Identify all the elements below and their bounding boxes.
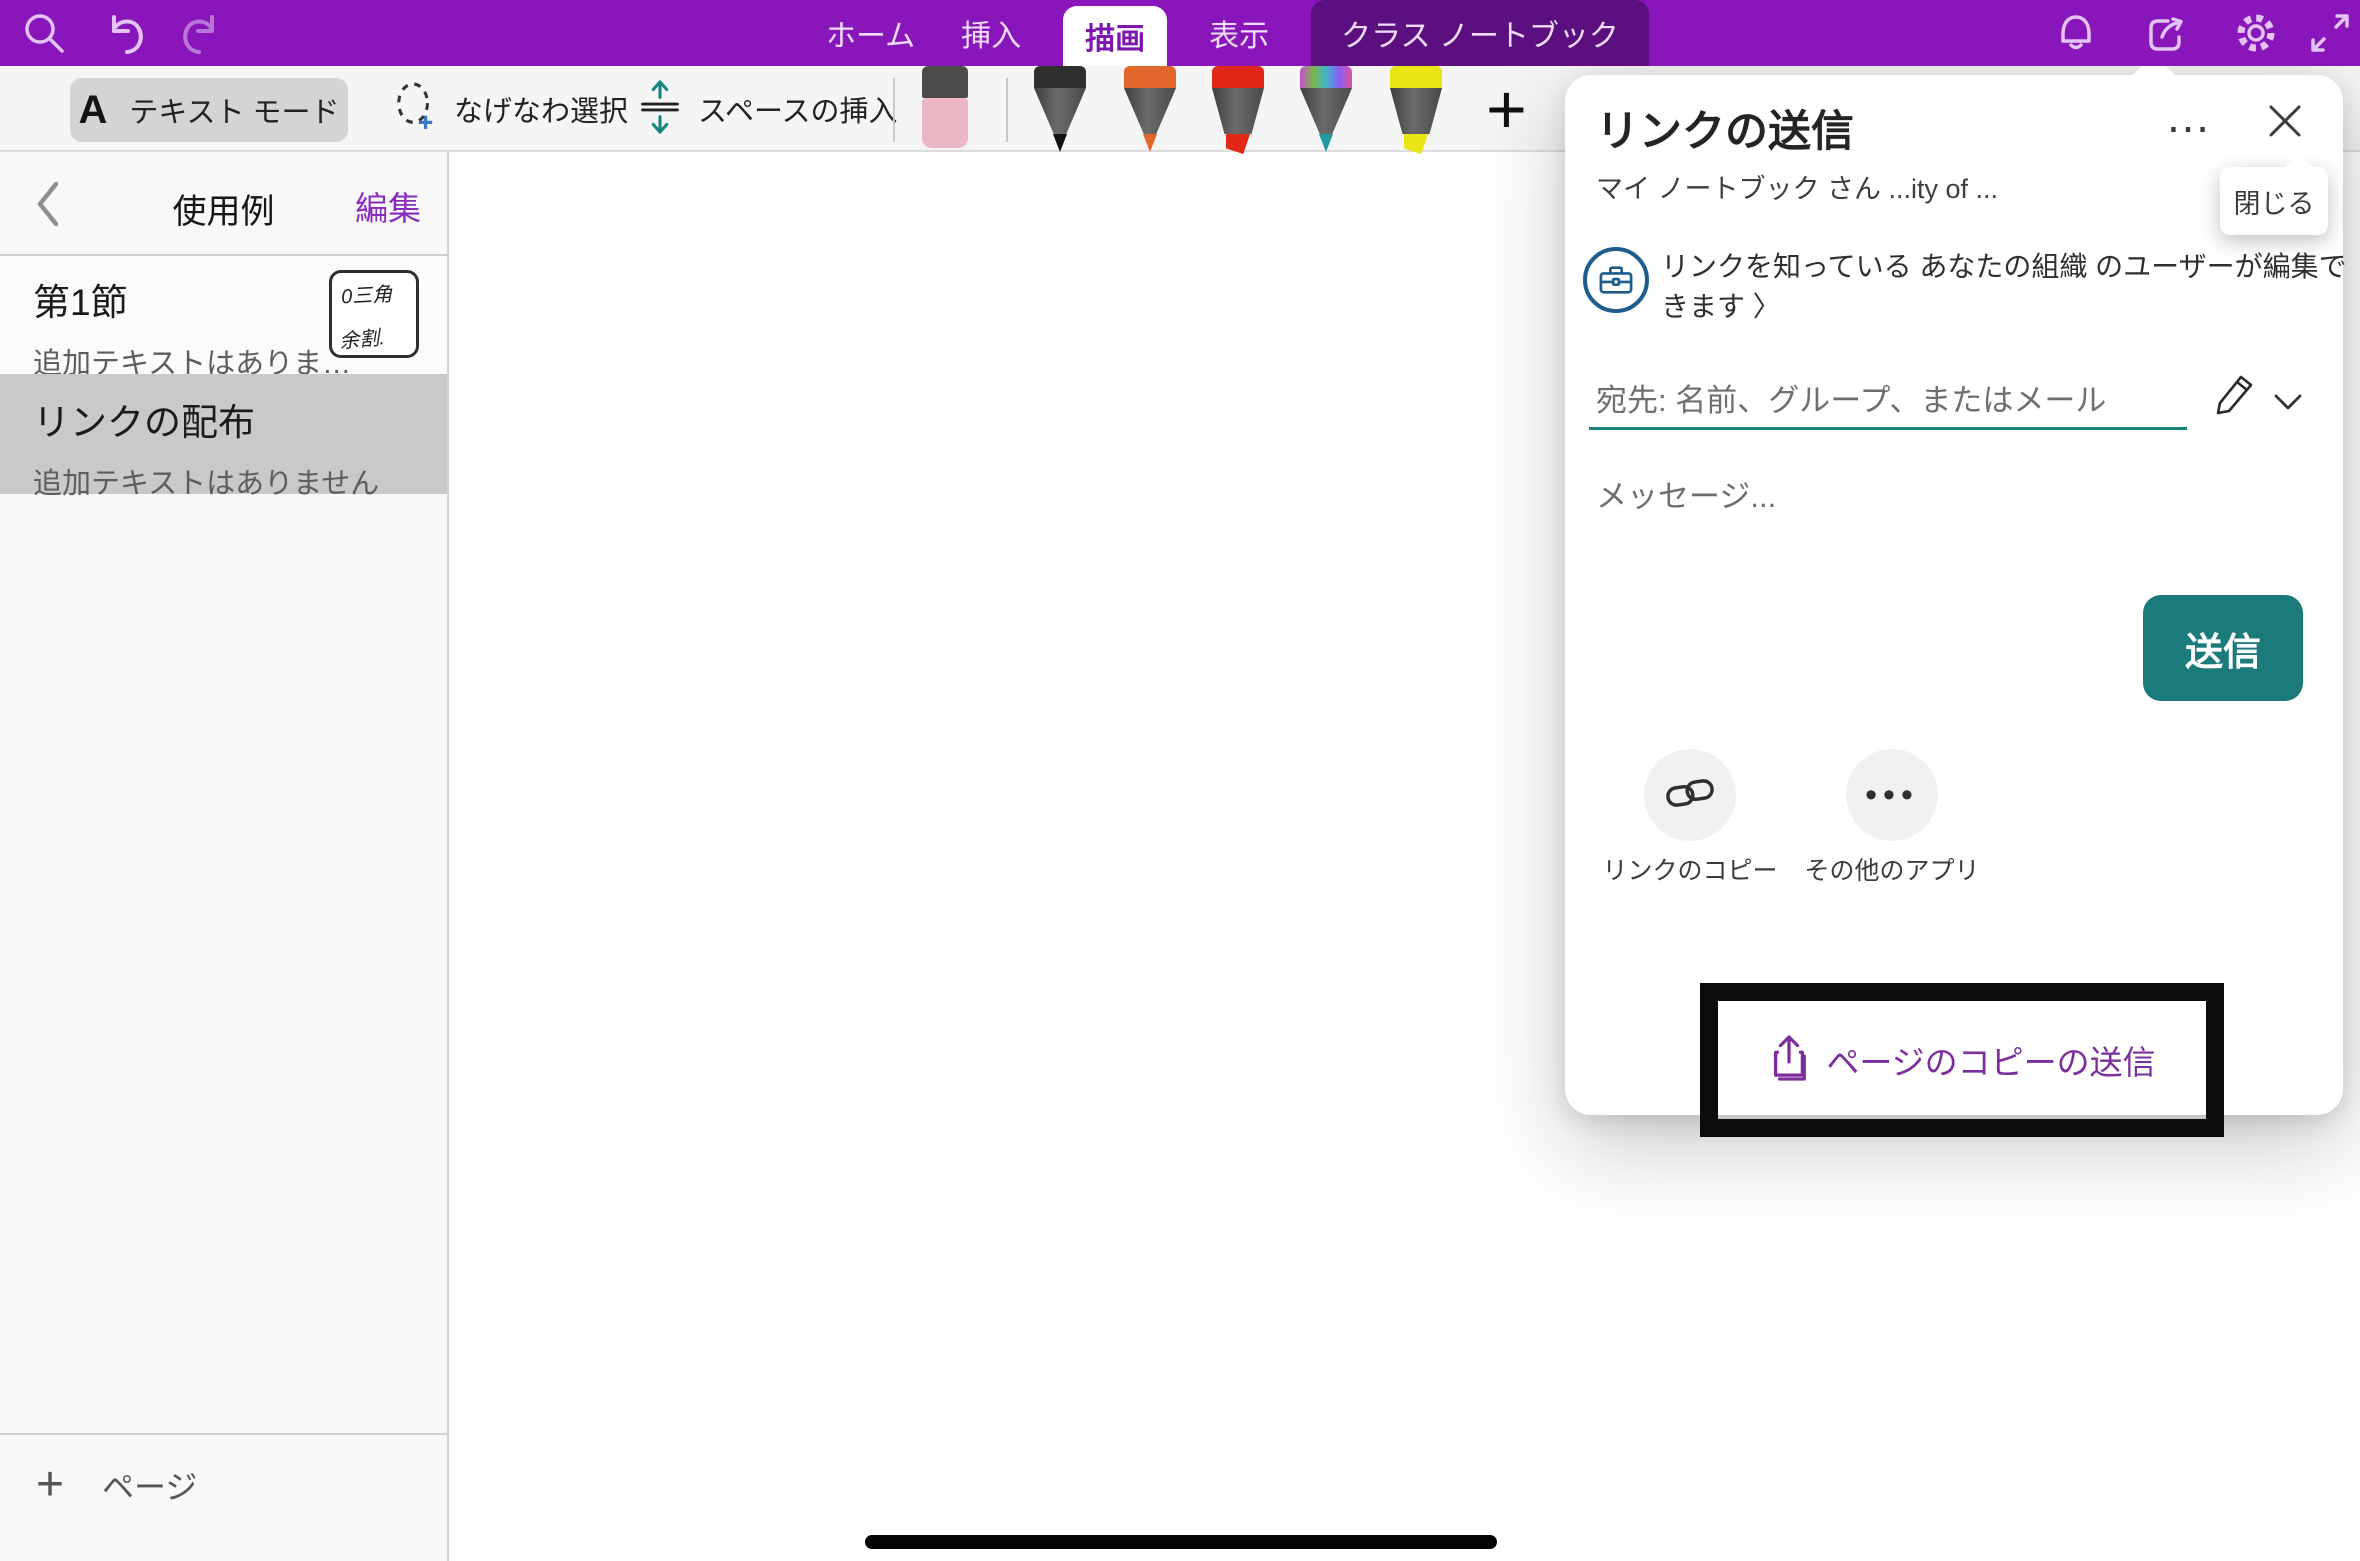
annotation-highlight-rectangle [1700,983,2224,1137]
plus-icon: + [36,1457,64,1512]
notebook-subtitle: マイ ノートブック さん ...ity of ... [1596,167,1998,206]
eraser-body [922,98,968,148]
dialog-title: リンクの送信 [1596,97,1854,159]
edit-button[interactable]: 編集 [355,182,421,230]
home-indicator-bar[interactable] [865,1535,1497,1549]
eraser-cap [922,66,968,98]
ellipsis-icon: ••• [1865,776,1919,815]
thumbnail-ink-line: 0三角 [340,278,393,310]
tab-insert[interactable]: 挿入 [957,0,1025,66]
page-title: リンクの配布 [33,392,447,446]
recipient-underline [1589,427,2187,430]
text-mode-label: テキスト モード [129,89,339,131]
page-list-sidebar: 使用例 編集 第1節 追加テキストはありま… 0三角 余割. リンクの配布 追加… [0,152,449,1561]
settings-gear-icon[interactable] [2232,9,2280,57]
page-subtitle: 追加テキストはありません [33,460,447,502]
onenote-app: ホーム 挿入 描画 表示 クラス ノートブック [0,0,2360,1561]
insert-space-icon [638,78,682,141]
fullscreen-expand-icon[interactable] [2306,9,2354,57]
insert-space-label: スペースの挿入 [698,88,898,130]
yellow-highlighter-tool[interactable] [1390,66,1442,152]
sidebar-footer: + ページ [0,1433,447,1561]
tooltip-text: 閉じる [2234,182,2315,221]
close-tooltip: 閉じる [2220,167,2328,235]
page-list-item[interactable]: 第1節 追加テキストはありま… 0三角 余割. [0,256,447,374]
red-marker-tool[interactable] [1212,66,1264,152]
copy-link-label: リンクのコピー [1595,851,1785,887]
notifications-bell-icon[interactable] [2052,9,2100,57]
insert-space-button[interactable]: スペースの挿入 [638,66,898,152]
lasso-select-button[interactable]: なげなわ選択 [392,66,628,152]
add-pen-button[interactable]: + [1486,66,1527,152]
send-link-dialog: リンクの送信 … マイ ノートブック さん ...ity of ... 閉じる … [1565,75,2343,1115]
link-icon [1665,775,1715,816]
recipient-input[interactable]: 宛先: 名前、グループ、またはメール [1596,375,2106,420]
galaxy-pen-tool[interactable] [1300,66,1352,152]
black-pen-tool[interactable] [1034,66,1086,152]
add-page-label: ページ [102,1462,197,1508]
message-input[interactable]: メッセージ... [1596,471,1776,516]
orange-pen-tool[interactable] [1124,66,1176,152]
pencil-edit-icon[interactable] [2211,371,2257,417]
sidebar-header: 使用例 編集 [0,152,447,256]
tab-draw-selected[interactable]: 描画 [1063,6,1167,66]
ribbon-tabs: ホーム 挿入 描画 表示 クラス ノートブック [822,0,1649,66]
tab-home[interactable]: ホーム [822,0,919,66]
chevron-down-icon[interactable] [2273,393,2303,411]
thumbnail-ink-line: 余割. [338,321,386,354]
link-permission-text[interactable]: リンクを知っている あなたの組織 のユーザーが編集できます 〉 [1661,247,2351,327]
redo-icon[interactable] [178,9,226,57]
more-options-icon[interactable]: … [2165,89,2216,143]
tooltip-arrow [2283,153,2314,184]
send-button-label: 送信 [2185,621,2261,676]
undo-icon[interactable] [100,9,148,57]
share-icon[interactable] [2142,9,2190,57]
page-thumbnail: 0三角 余割. [329,270,419,358]
toolbar-divider [1006,78,1008,142]
tab-view[interactable]: 表示 [1205,0,1273,66]
send-button[interactable]: 送信 [2143,595,2303,701]
more-apps-button[interactable]: ••• [1846,749,1938,841]
lasso-label: なげなわ選択 [454,88,628,130]
lasso-icon [392,80,438,139]
add-page-button[interactable]: + ページ [36,1457,197,1512]
eraser-tool[interactable] [922,66,968,148]
search-icon[interactable] [20,9,68,57]
tab-class-notebook[interactable]: クラス ノートブック [1311,0,1649,66]
copy-link-button[interactable] [1644,749,1736,841]
top-app-bar: ホーム 挿入 描画 表示 クラス ノートブック [0,0,2360,66]
more-apps-label: その他のアプリ [1797,851,1987,887]
toolbar-divider [893,78,895,142]
page-list-item-selected[interactable]: リンクの配布 追加テキストはありません [0,374,447,494]
text-mode-a-glyph: A [78,88,107,133]
close-icon[interactable] [2265,101,2305,141]
briefcase-icon [1583,247,1649,313]
text-mode-button[interactable]: A テキスト モード [70,78,348,142]
